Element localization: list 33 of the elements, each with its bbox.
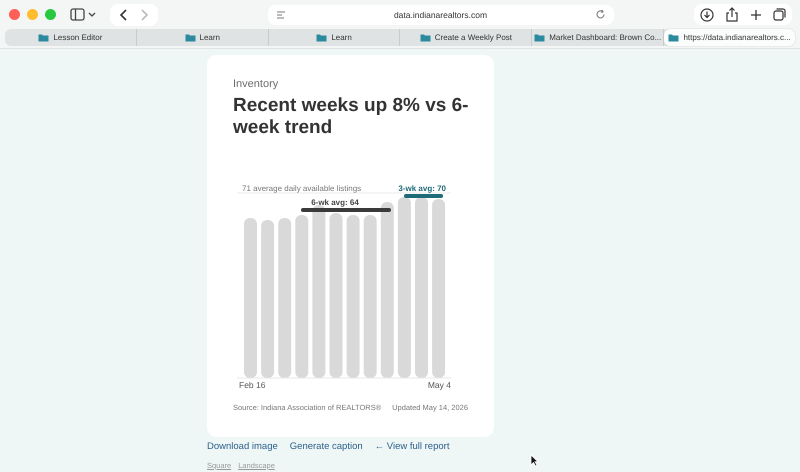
x-axis-label: Feb 16 <box>239 380 266 390</box>
address-bar[interactable]: data.indianarealtors.com <box>268 4 614 24</box>
browser-tab[interactable]: Market Dashboard: Brown Co... <box>532 29 664 46</box>
sidebar-icon[interactable] <box>70 8 98 22</box>
browser-tab[interactable]: Learn <box>268 29 400 46</box>
reference-line-label: 71 average daily available listings <box>242 184 362 193</box>
folder-icon <box>668 33 680 42</box>
close-window-button[interactable] <box>9 9 20 20</box>
folder-icon <box>534 33 546 42</box>
download-icon[interactable] <box>700 8 714 22</box>
folder-icon <box>420 33 431 42</box>
action-link[interactable]: Generate caption <box>290 441 363 452</box>
tabs-overview-icon[interactable] <box>773 8 786 21</box>
trend-average-label: 6-wk avg: 64 <box>311 198 359 207</box>
action-link[interactable]: ← View full report <box>374 441 450 452</box>
card-eyebrow: Inventory <box>233 78 280 90</box>
recent-average-label: 3-wk avg: 70 <box>398 184 446 193</box>
action-link[interactable]: Download image <box>207 441 278 452</box>
page-menu-icon[interactable] <box>276 10 286 20</box>
browser-tab[interactable]: Lesson Editor <box>5 29 137 46</box>
card-title: Recent weeks up 8% vs 6-week trend <box>233 95 469 139</box>
share-icon[interactable] <box>725 7 739 22</box>
browser-tab[interactable]: Create a Weekly Post <box>400 29 532 46</box>
x-axis-label: May 4 <box>428 380 451 390</box>
new-tab-icon[interactable] <box>750 8 762 20</box>
folder-icon <box>316 33 328 42</box>
folder-icon <box>38 33 50 42</box>
folder-icon <box>184 33 196 42</box>
browser-tab[interactable]: Learn <box>136 29 269 46</box>
back-icon[interactable] <box>119 8 129 22</box>
reload-icon[interactable] <box>595 9 606 20</box>
browser-tab[interactable]: https://data.indianarealtors.c... <box>664 29 795 46</box>
mouse-pointer-icon <box>530 454 539 467</box>
